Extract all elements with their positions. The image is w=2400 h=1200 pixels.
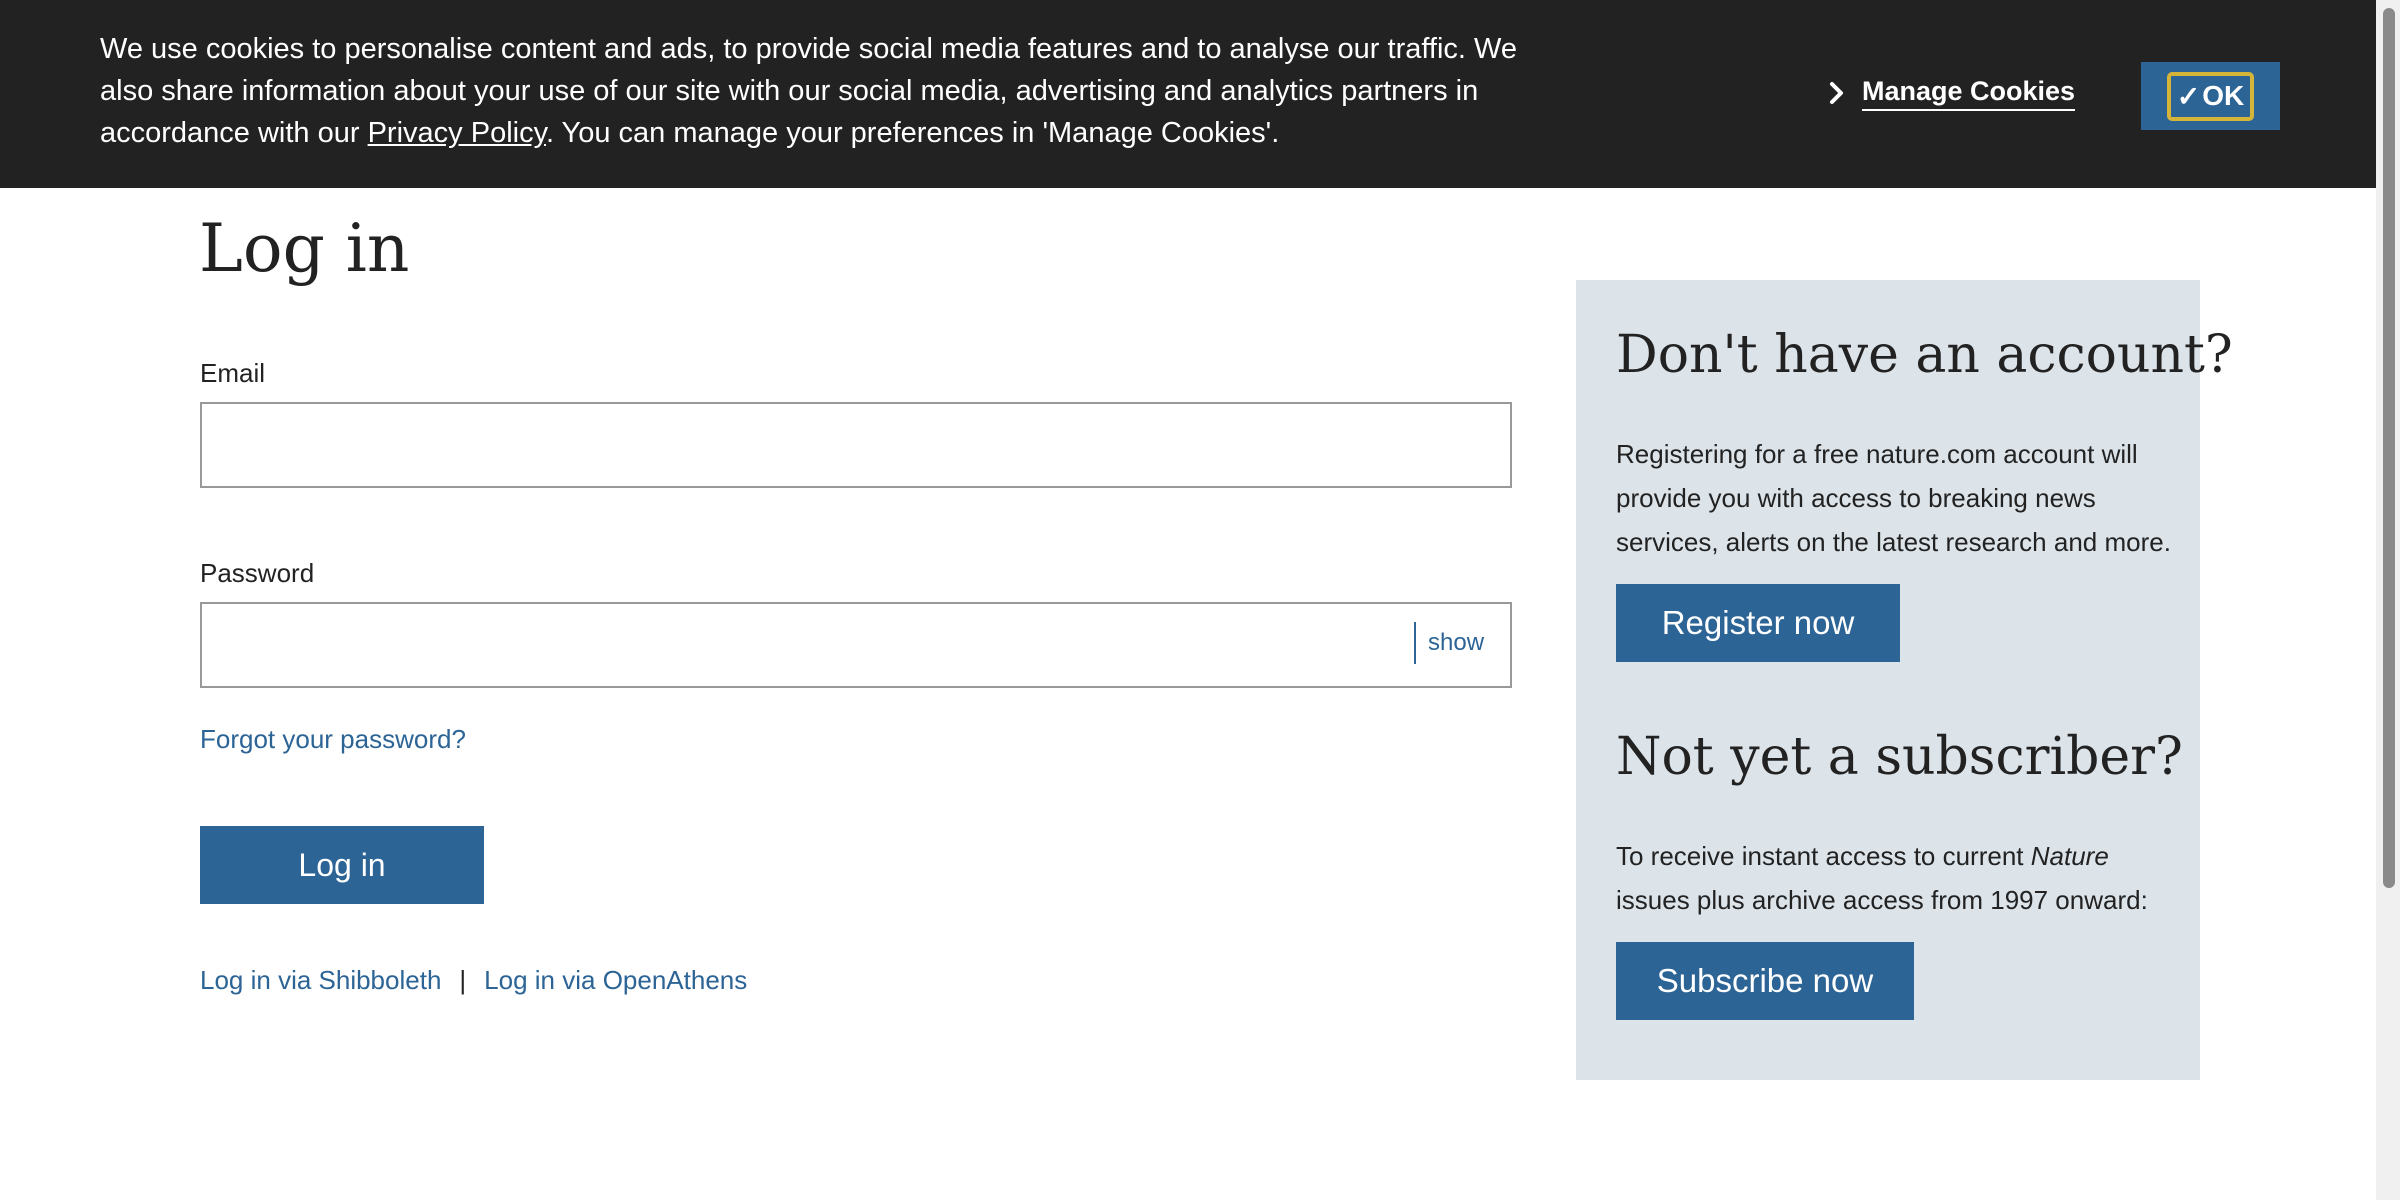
- journal-name: Nature: [2030, 841, 2109, 871]
- scrollbar-thumb[interactable]: [2383, 8, 2395, 888]
- cookie-message: We use cookies to personalise content an…: [100, 28, 1520, 154]
- subscribe-button[interactable]: Subscribe now: [1616, 942, 1914, 1020]
- password-label: Password: [200, 558, 315, 588]
- ok-button-focus-ring: ✓ OK: [2166, 71, 2255, 121]
- subscribe-heading: Not yet a subscriber?: [1616, 727, 2183, 787]
- show-password-toggle[interactable]: show: [1414, 622, 1484, 664]
- register-description: Registering for a free nature.com accoun…: [1616, 439, 2171, 557]
- openathens-login-link[interactable]: Log in via OpenAthens: [484, 965, 747, 996]
- register-heading: Don't have an account?: [1616, 325, 2233, 385]
- password-field[interactable]: [200, 602, 1512, 688]
- register-button[interactable]: Register now: [1616, 584, 1900, 662]
- login-button[interactable]: Log in: [200, 826, 484, 904]
- shibboleth-login-link[interactable]: Log in via Shibboleth: [200, 965, 441, 996]
- account-sidebar: Don't have an account? Registering for a…: [1576, 280, 2233, 1080]
- email-field[interactable]: [200, 402, 1512, 488]
- privacy-policy-link[interactable]: Privacy Policy: [368, 117, 546, 149]
- subscribe-text: To receive instant access to current: [1616, 841, 2031, 871]
- ok-label: OK: [2202, 80, 2245, 111]
- alternative-login-links: Log in via Shibboleth | Log in via OpenA…: [200, 965, 747, 996]
- chevron-right-icon: [1822, 79, 1852, 109]
- manage-cookies-label: Manage Cookies: [1862, 76, 2076, 111]
- ok-button[interactable]: ✓ OK: [2141, 62, 2280, 130]
- cookie-banner: We use cookies to personalise content an…: [0, 0, 2376, 188]
- check-icon: ✓: [2176, 80, 2201, 112]
- subscribe-text-end: issues plus archive access from 1997 onw…: [1616, 885, 2148, 915]
- forgot-password-link[interactable]: Forgot your password?: [200, 724, 466, 755]
- email-label: Email: [200, 358, 266, 388]
- subscribe-description: To receive instant access to current Nat…: [1616, 834, 2176, 922]
- link-separator: |: [459, 965, 467, 995]
- manage-cookies-link[interactable]: Manage Cookies: [1822, 76, 2076, 111]
- cookie-message-text-end: . You can manage your preferences in 'Ma…: [545, 117, 1280, 149]
- page-scrollbar[interactable]: [2376, 0, 2400, 1200]
- page-title: Log in: [199, 210, 410, 287]
